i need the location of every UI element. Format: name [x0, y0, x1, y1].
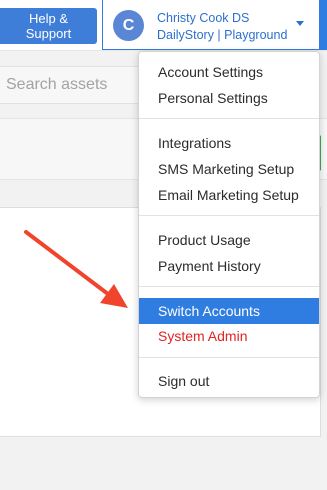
- menu-divider: [139, 286, 319, 287]
- menu-item-switch-accounts[interactable]: Switch Accounts: [139, 298, 319, 324]
- menu-item-personal-settings[interactable]: Personal Settings: [139, 86, 319, 110]
- top-bar: Help & Support C Christy Cook DS DailySt…: [0, 0, 327, 51]
- menu-divider: [139, 118, 319, 119]
- avatar: C: [113, 10, 144, 41]
- menu-item-payment-history[interactable]: Payment History: [139, 254, 319, 278]
- search-input[interactable]: [0, 67, 149, 103]
- user-dropdown-menu: Account Settings Personal Settings Integ…: [138, 51, 320, 398]
- menu-item-product-usage[interactable]: Product Usage: [139, 228, 319, 252]
- user-organization: DailyStory | Playground: [157, 28, 288, 42]
- menu-item-system-admin[interactable]: System Admin: [139, 324, 319, 348]
- header-accent-stripe: [320, 0, 327, 50]
- menu-item-account-settings[interactable]: Account Settings: [139, 60, 319, 84]
- search-box: [0, 66, 150, 104]
- menu-item-sign-out[interactable]: Sign out: [139, 369, 319, 393]
- menu-divider: [139, 215, 319, 216]
- menu-item-sms-marketing-setup[interactable]: SMS Marketing Setup: [139, 157, 319, 181]
- menu-item-email-marketing-setup[interactable]: Email Marketing Setup: [139, 183, 319, 207]
- chevron-down-icon: [296, 21, 304, 26]
- user-name: Christy Cook DS: [157, 11, 250, 25]
- menu-divider: [139, 357, 319, 358]
- user-menu-trigger[interactable]: C Christy Cook DS DailyStory | Playgroun…: [102, 0, 320, 50]
- menu-item-integrations[interactable]: Integrations: [139, 131, 319, 155]
- help-support-button[interactable]: Help & Support: [0, 8, 97, 44]
